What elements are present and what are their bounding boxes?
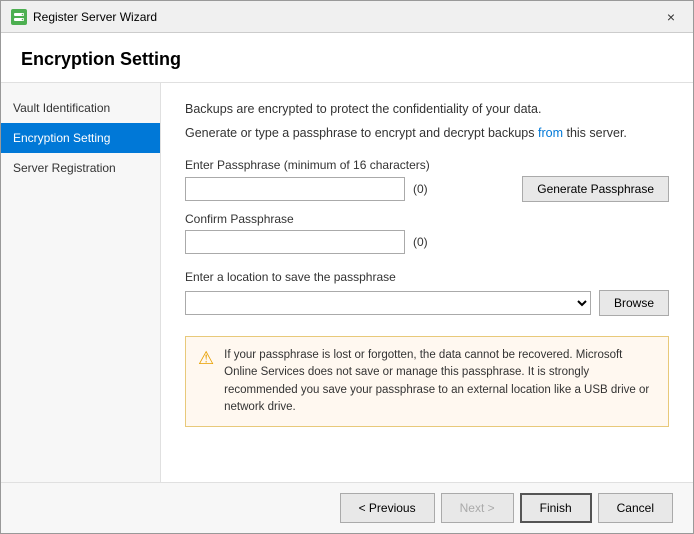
- dialog-header: Encryption Setting: [1, 33, 693, 83]
- warning-box: ⚠ If your passphrase is lost or forgotte…: [185, 336, 669, 427]
- title-bar-title: Register Server Wizard: [33, 10, 157, 24]
- info-line-2-suffix: this server.: [563, 126, 627, 140]
- confirm-passphrase-row: (0): [185, 230, 669, 254]
- cancel-button[interactable]: Cancel: [598, 493, 673, 523]
- finish-button[interactable]: Finish: [520, 493, 592, 523]
- generate-passphrase-button[interactable]: Generate Passphrase: [522, 176, 669, 202]
- location-section: Enter a location to save the passphrase …: [185, 270, 669, 316]
- register-server-wizard-dialog: Register Server Wizard × Encryption Sett…: [0, 0, 694, 534]
- main-content: Backups are encrypted to protect the con…: [161, 83, 693, 482]
- server-icon: [11, 9, 27, 25]
- title-bar: Register Server Wizard ×: [1, 1, 693, 33]
- warning-icon: ⚠: [198, 348, 214, 369]
- previous-button[interactable]: < Previous: [340, 493, 435, 523]
- location-row: Browse: [185, 290, 669, 316]
- passphrase-char-count: (0): [413, 182, 443, 196]
- info-line-2-highlight: from: [538, 126, 563, 140]
- dialog-body: Vault Identification Encryption Setting …: [1, 83, 693, 482]
- info-line-2-prefix: Generate or type a passphrase to encrypt…: [185, 126, 538, 140]
- confirm-passphrase-section: Confirm Passphrase (0): [185, 212, 669, 254]
- passphrase-input[interactable]: [185, 177, 405, 201]
- title-bar-left: Register Server Wizard: [11, 9, 157, 25]
- passphrase-section: Enter Passphrase (minimum of 16 characte…: [185, 158, 669, 202]
- confirm-passphrase-label: Confirm Passphrase: [185, 212, 669, 226]
- page-title: Encryption Setting: [21, 49, 673, 70]
- browse-button[interactable]: Browse: [599, 290, 669, 316]
- sidebar-item-encryption-setting[interactable]: Encryption Setting: [1, 123, 160, 153]
- sidebar-item-server-registration[interactable]: Server Registration: [1, 153, 160, 183]
- location-select[interactable]: [185, 291, 591, 315]
- location-label: Enter a location to save the passphrase: [185, 270, 669, 284]
- sidebar-item-vault-identification[interactable]: Vault Identification: [1, 93, 160, 123]
- info-line-1: Backups are encrypted to protect the con…: [185, 101, 669, 119]
- confirm-passphrase-input[interactable]: [185, 230, 405, 254]
- close-button[interactable]: ×: [659, 7, 683, 27]
- sidebar: Vault Identification Encryption Setting …: [1, 83, 161, 482]
- passphrase-row: (0) Generate Passphrase: [185, 176, 669, 202]
- warning-text: If your passphrase is lost or forgotten,…: [224, 347, 656, 416]
- next-button[interactable]: Next >: [441, 493, 514, 523]
- passphrase-label: Enter Passphrase (minimum of 16 characte…: [185, 158, 669, 172]
- confirm-char-count: (0): [413, 235, 443, 249]
- dialog-footer: < Previous Next > Finish Cancel: [1, 482, 693, 533]
- info-line-2: Generate or type a passphrase to encrypt…: [185, 125, 669, 143]
